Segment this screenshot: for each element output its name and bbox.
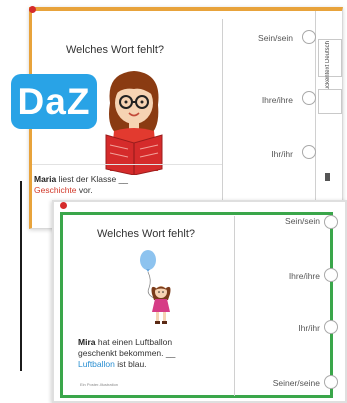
girl-balloon-illustration [140,250,171,324]
option-label-3: Ihr/ihr [271,149,293,159]
option-radio-3[interactable] [302,145,316,159]
gap-sentence: Maria liest der Klasse __ Geschichte vor… [34,174,219,196]
sentence-highlight: Geschichte [34,185,77,195]
divider [32,164,222,165]
scroll-marker [325,173,330,181]
option-label-3: Ihr/ihr [298,323,320,333]
worksheet-card-2[interactable]: Welches Wort fehlt? Sein/sein Ihre/ihre … [52,200,347,403]
option-radio-4[interactable] [324,375,338,389]
pin-icon [29,6,36,13]
daz-badge: DaZ [11,74,97,129]
column-divider [234,216,235,396]
girl-reading-illustration [105,71,163,175]
side-label: Lückentext Deutsch [325,41,331,94]
option-label-4: Seiner/seine [272,378,320,388]
sentence-text: hat einen Luftballon [95,337,173,347]
question-title: Welches Wort fehlt? [97,228,196,240]
gap-sentence: Mira hat einen Luftballon geschenkt beko… [78,337,233,370]
sentence-text: geschenkt bekommen. __ [78,348,176,358]
sentence-text: liest der Klasse __ [56,174,129,184]
sentence-text: vor. [76,185,93,195]
pin-icon [60,202,67,209]
option-label-1: Sein/sein [258,33,293,43]
option-radio-2[interactable] [302,91,316,105]
option-radio-1[interactable] [324,215,338,229]
background-frame-line [0,181,22,371]
sentence-name: Maria [34,174,57,184]
column-divider [222,19,223,219]
sentence-name: Mira [78,337,96,347]
option-radio-1[interactable] [302,30,316,44]
sentence-highlight: Luftballon [78,359,115,369]
column-divider [315,11,316,226]
option-label-2: Ihre/ihre [261,95,293,105]
side-tab[interactable] [318,89,342,114]
question-title: Welches Wort fehlt? [66,44,165,56]
option-radio-3[interactable] [324,320,338,334]
option-label-1: Sein/sein [285,216,320,226]
footnote: Ein Poster-Illustration [80,382,119,387]
option-label-2: Ihre/ihre [288,271,320,281]
option-radio-2[interactable] [324,268,338,282]
sentence-text: ist blau. [114,359,147,369]
